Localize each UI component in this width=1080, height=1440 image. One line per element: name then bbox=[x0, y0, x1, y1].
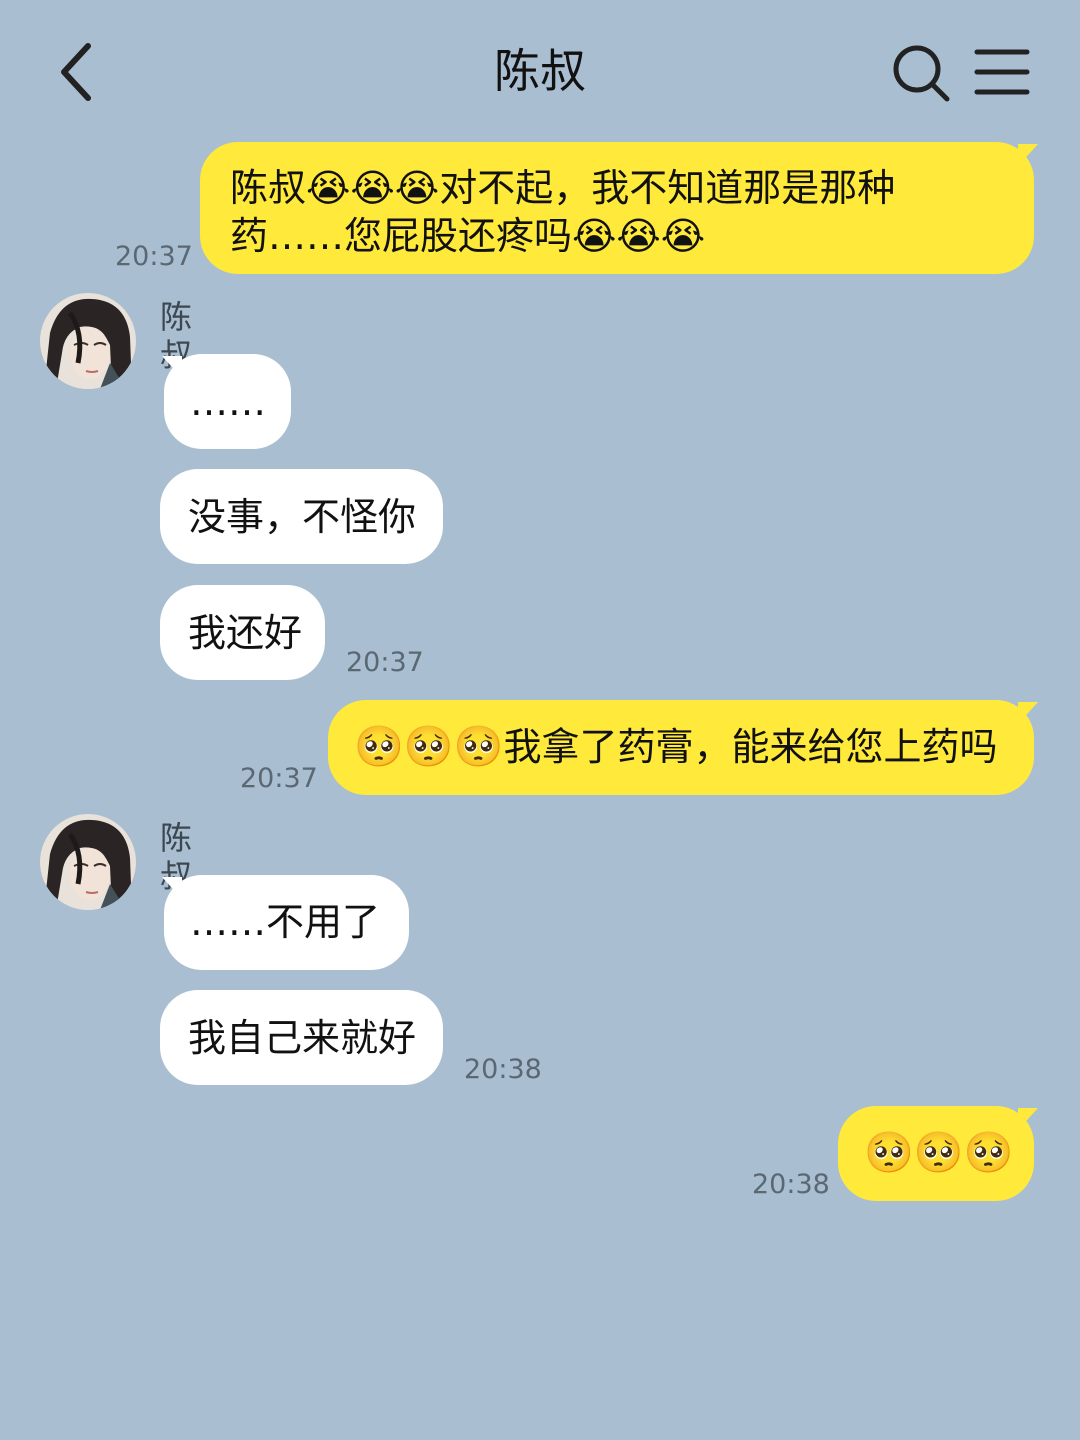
message-text: …… bbox=[190, 380, 266, 424]
message-bubble[interactable]: ……不用了 bbox=[164, 875, 409, 970]
message-text-line: 陈叔😭😭😭对不起，我不知道那是那种 bbox=[230, 166, 896, 210]
avatar-image bbox=[40, 814, 136, 910]
message-bubble[interactable]: 🥺🥺🥺 bbox=[838, 1106, 1034, 1201]
message-bubble[interactable]: 没事，不怪你 bbox=[160, 469, 443, 564]
pleading-emoji-icon: 🥺 bbox=[354, 724, 404, 770]
message-text: 我还好 bbox=[188, 611, 303, 655]
message-text-line: 药……您屁股还疼吗😭😭😭 bbox=[230, 214, 706, 258]
pleading-emoji-icon: 🥺 bbox=[963, 1130, 1014, 1176]
bubble-tail bbox=[162, 877, 182, 899]
pleading-emoji-icon: 🥺 bbox=[403, 724, 454, 770]
message-time: 20:37 bbox=[346, 647, 424, 678]
message-bubble[interactable]: 陈叔😭😭😭对不起，我不知道那是那种 药……您屁股还疼吗😭😭😭 bbox=[200, 142, 1034, 274]
bubble-tail bbox=[1018, 144, 1038, 166]
avatar[interactable] bbox=[40, 814, 136, 910]
message-text: 我拿了药膏，能来给您上药吗 bbox=[503, 725, 998, 769]
message-time: 20:37 bbox=[240, 763, 318, 794]
pleading-emoji-icon: 🥺 bbox=[864, 1130, 914, 1176]
back-button[interactable] bbox=[52, 40, 108, 104]
message-text: ……不用了 bbox=[190, 900, 381, 944]
message-text: 我自己来就好 bbox=[188, 1016, 417, 1060]
menu-icon bbox=[974, 49, 1030, 95]
message-bubble[interactable]: 🥺🥺🥺我拿了药膏，能来给您上药吗 bbox=[328, 700, 1034, 795]
avatar[interactable] bbox=[40, 293, 136, 389]
message-time: 20:38 bbox=[752, 1169, 830, 1200]
bubble-tail bbox=[162, 356, 182, 378]
chat-title: 陈叔 bbox=[494, 44, 586, 98]
message-bubble[interactable]: 我还好 bbox=[160, 585, 325, 680]
message-text: 没事，不怪你 bbox=[188, 495, 417, 539]
message-bubble[interactable]: …… bbox=[164, 354, 291, 449]
bubble-tail bbox=[1018, 702, 1038, 724]
bubble-tail bbox=[1018, 1108, 1038, 1130]
chevron-left-icon bbox=[61, 43, 91, 101]
message-time: 20:37 bbox=[115, 241, 193, 272]
message-time: 20:38 bbox=[464, 1054, 542, 1085]
search-icon bbox=[893, 45, 950, 102]
pleading-emoji-icon: 🥺 bbox=[453, 724, 504, 770]
avatar-image bbox=[40, 293, 136, 389]
search-button[interactable] bbox=[890, 42, 952, 104]
message-bubble[interactable]: 我自己来就好 bbox=[160, 990, 443, 1085]
chat-header: 陈叔 bbox=[0, 0, 1080, 145]
pleading-emoji-icon: 🥺 bbox=[913, 1130, 964, 1176]
menu-button[interactable] bbox=[974, 46, 1030, 98]
